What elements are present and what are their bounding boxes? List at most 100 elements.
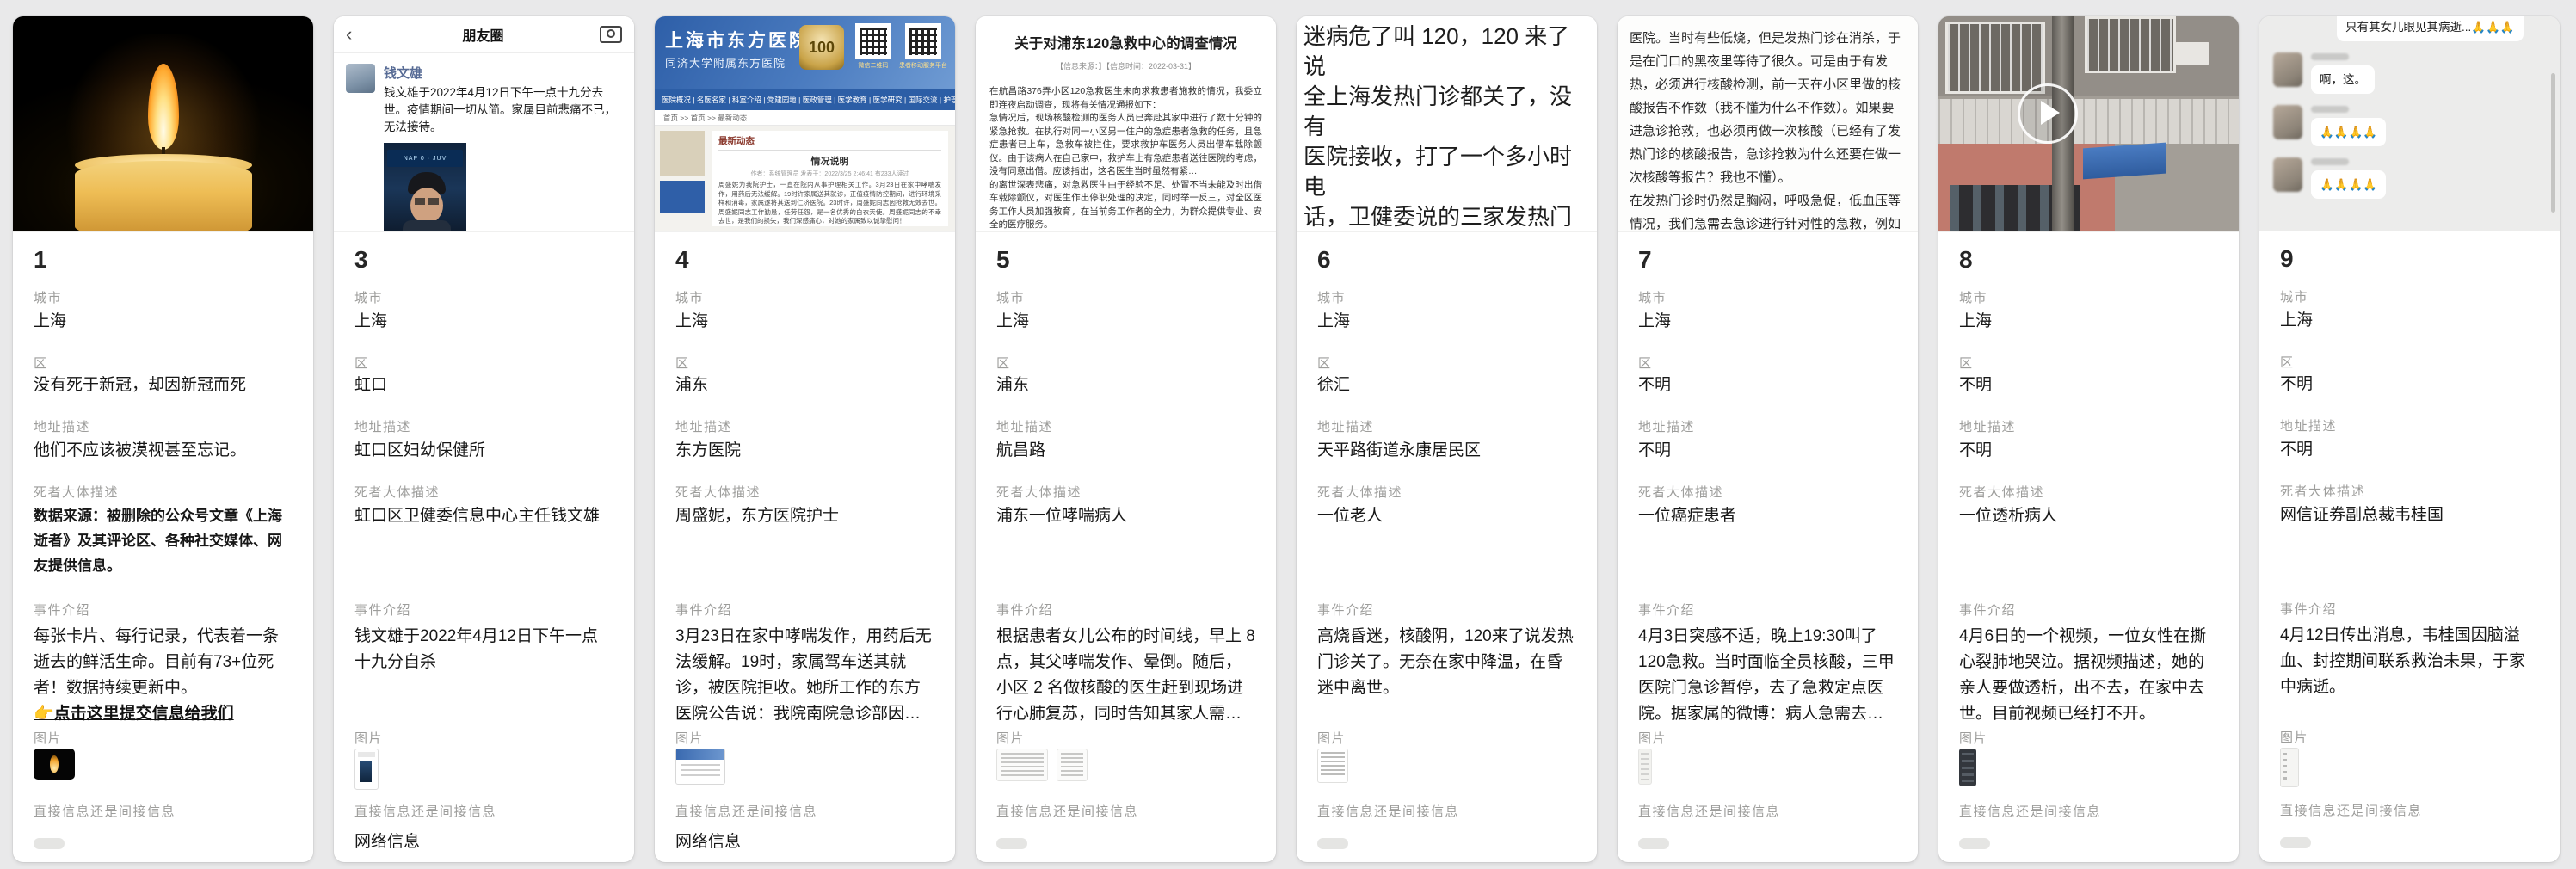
field-address-value: 天平路街道永康居民区 (1317, 438, 1576, 464)
field-city-value: 上海 (34, 309, 293, 335)
field-deceased-label: 死者大体描述 (1638, 483, 1897, 501)
empty-value-pill (1959, 838, 1990, 849)
screenshot-thumbnail[interactable] (354, 749, 379, 790)
field-city-label: 城市 (1317, 288, 1576, 306)
record-card-3[interactable]: ‹ 朋友圈 钱文雄 钱文雄于2022年4月12日下午一点十九分去世。疫情期间一切… (334, 16, 634, 862)
notice-title: 情况说明 (718, 154, 941, 168)
stadium-scoreboard: NAP 0 · JUV (387, 150, 463, 167)
event-text: 4月6日的一个视频，一位女性在撕心裂肺地哭泣。据视频描述，她的亲人要做透析，出不… (1959, 624, 2218, 727)
field-event-value: 每张卡片、每行记录，代表着一条逝去的鲜活生命。目前有73+位死者！数据持续更新中… (34, 624, 293, 727)
field-deceased-label: 死者大体描述 (2280, 482, 2539, 500)
air-conditioner (2175, 42, 2209, 65)
card-number: 7 (1638, 246, 1897, 274)
card-number: 1 (34, 246, 293, 274)
screenshot-thumbnail[interactable] (1638, 749, 1652, 785)
field-deceased-label: 死者大体描述 (1317, 483, 1576, 501)
field-deceased-value: 一位透析病人 (1959, 503, 2218, 528)
field-image-label: 图片 (1638, 729, 1897, 747)
anniversary-emblem: 100 (799, 25, 844, 70)
screenshot-thumbnail[interactable] (1317, 749, 1348, 783)
screenshot-thumbnail[interactable] (1959, 749, 1976, 786)
field-district-label: 区 (1638, 354, 1897, 372)
field-info-type-value: 网络信息 (354, 829, 613, 855)
empty-value-pill (2280, 837, 2311, 848)
field-city-label: 城市 (1638, 288, 1897, 306)
chat-screenshot: 只有其女儿眼见其病逝...🙏🙏🙏 啊，这。 🙏🙏🙏🙏 🙏🙏🙏🙏 (2259, 16, 2560, 231)
document-title: 关于对浦东120急救中心的调查情况 (989, 32, 1262, 52)
face (410, 188, 443, 224)
record-card-8[interactable]: 8 城市 上海 区 不明 地址描述 不明 死者大体描述 一位透析病人 事件介绍 … (1938, 16, 2239, 862)
scrollbar[interactable] (2551, 73, 2555, 213)
post-photo-selfie: NAP 0 · JUV (384, 143, 466, 232)
post-text: 钱文雄于2022年4月12日下午一点十九分去世。疫情期间一切从简。家属目前悲痛不… (384, 84, 622, 136)
record-card-6[interactable]: 迷病危了叫 120，120 来了说 全上海发热门诊都关了，没有 医院接收，打了一… (1297, 16, 1597, 862)
post-author: 钱文雄 (384, 64, 622, 82)
screenshot-thumbnail[interactable] (2280, 748, 2299, 787)
field-district-label: 区 (34, 354, 293, 372)
event-text: 钱文雄于2022年4月12日下午一点十九分自杀 (354, 624, 613, 675)
scarf (403, 220, 451, 232)
field-address-value: 不明 (1638, 438, 1897, 464)
screenshot-thumbnail[interactable] (996, 749, 1048, 781)
field-info-type-label: 直接信息还是间接信息 (34, 802, 293, 820)
field-city-value: 上海 (996, 309, 1255, 335)
field-event-value: 4月3日突感不适，晚上19:30叫了120急救。当时面临全员核酸，三甲医院门急诊… (1638, 624, 1897, 727)
field-district-label: 区 (1959, 354, 2218, 372)
screenshot-thumbnail[interactable] (1057, 749, 1088, 781)
field-event-value: 根据患者女儿公布的时间线，早上 8 点，其父哮喘发作、晕倒。随后，小区 2 名做… (996, 624, 1255, 727)
candle-thumbnail[interactable] (34, 749, 75, 780)
screenshot-thumbnail[interactable] (675, 749, 725, 785)
field-event-value: 4月12日传出消息，韦桂国因脑溢血、封控期间联系救治未果，于家中病逝。 (2280, 623, 2539, 700)
submit-info-link[interactable]: 👉点击这里提交信息给我们 (34, 705, 234, 723)
field-deceased-label: 死者大体描述 (1959, 483, 2218, 501)
card-number: 5 (996, 246, 1255, 274)
field-district-label: 区 (1317, 354, 1576, 372)
card-number: 3 (354, 246, 613, 274)
field-event-value: 钱文雄于2022年4月12日下午一点十九分自杀 (354, 624, 613, 675)
field-info-type-label: 直接信息还是间接信息 (1638, 802, 1897, 820)
field-address-value: 不明 (2280, 437, 2539, 463)
empty-value-pill (34, 838, 65, 849)
field-deceased-label: 死者大体描述 (354, 483, 613, 501)
field-district-value: 浦东 (675, 373, 934, 398)
field-city-label: 城市 (2280, 287, 2539, 305)
avatar (2273, 157, 2302, 192)
field-info-type-label: 直接信息还是间接信息 (1317, 802, 1576, 820)
record-card-5[interactable]: 关于对浦东120急救中心的调查情况 【信息来源：】【信息时间：2022-03-3… (976, 16, 1276, 862)
field-district-value: 没有死于新冠，却因新冠而死 (34, 373, 293, 398)
record-card-9[interactable]: 只有其女儿眼见其病逝...🙏🙏🙏 啊，这。 🙏🙏🙏🙏 🙏🙏🙏🙏 9 (2259, 16, 2560, 862)
field-address-label: 地址描述 (2280, 416, 2539, 434)
balcony-rail (1938, 99, 2239, 144)
field-district-value: 浦东 (996, 373, 1255, 398)
field-info-type-label: 直接信息还是间接信息 (2280, 801, 2539, 819)
event-text: 3月23日在家中哮喘发作，用药后无法缓解。19时，家属驾车送其就诊，被医院拒收。… (675, 624, 934, 727)
field-deceased-label: 死者大体描述 (34, 483, 293, 501)
field-city-value: 上海 (1959, 309, 2218, 335)
notice-meta: 作者：系统管理员 发表于：2022/3/25 2:46:41 有233人读过 (718, 169, 941, 178)
field-address-label: 地址描述 (675, 417, 934, 435)
field-city-label: 城市 (675, 288, 934, 306)
blurred-username (2311, 158, 2349, 165)
field-district-value: 不明 (1959, 373, 2218, 398)
field-city-value: 上海 (2280, 308, 2539, 334)
field-info-type-label: 直接信息还是间接信息 (996, 802, 1255, 820)
field-address-label: 地址描述 (1638, 417, 1897, 435)
field-district-label: 区 (354, 354, 613, 372)
field-event-label: 事件介绍 (1638, 601, 1897, 619)
field-info-type-label: 直接信息还是间接信息 (675, 802, 934, 820)
field-deceased-value: 周盛妮，东方医院护士 (675, 503, 934, 528)
document-body: 在航昌路376弄小区120急救医生未向求救患者施救的情况，我委立即连夜启动调查，… (989, 85, 1262, 232)
notice-body: 周盛妮为我院护士，一直在院内从事护理相关工作。3月23日在家中哮喘发作，用药后无… (718, 181, 941, 226)
record-card-7[interactable]: 医院。当时有些低烧，但是发热门诊在消杀，于 是在门口的黑夜里等待了很久。可是由于… (1618, 16, 1918, 862)
record-card-4[interactable]: 上海市东方医院 同济大学附属东方医院 100 微信二维码 患者移动服务平台 医院… (655, 16, 955, 862)
field-info-type-label: 直接信息还是间接信息 (1959, 802, 2218, 820)
card-number: 9 (2280, 245, 2539, 273)
field-event-label: 事件介绍 (2280, 600, 2539, 618)
field-address-value: 他们不应该被漠视甚至忘记。 (34, 438, 293, 464)
site-nav: 医院概况 | 名医名家 | 科室介绍 | 党建园地 | 医政管理 | 医学教育 … (655, 89, 955, 110)
field-address-value: 不明 (1959, 438, 2218, 464)
field-city-label: 城市 (1959, 288, 2218, 306)
field-image-label: 图片 (2280, 728, 2539, 746)
record-card-1[interactable]: 1 城市 上海 区 没有死于新冠，却因新冠而死 地址描述 他们不应该被漠视甚至忘… (13, 16, 313, 862)
play-icon[interactable] (2018, 83, 2078, 144)
